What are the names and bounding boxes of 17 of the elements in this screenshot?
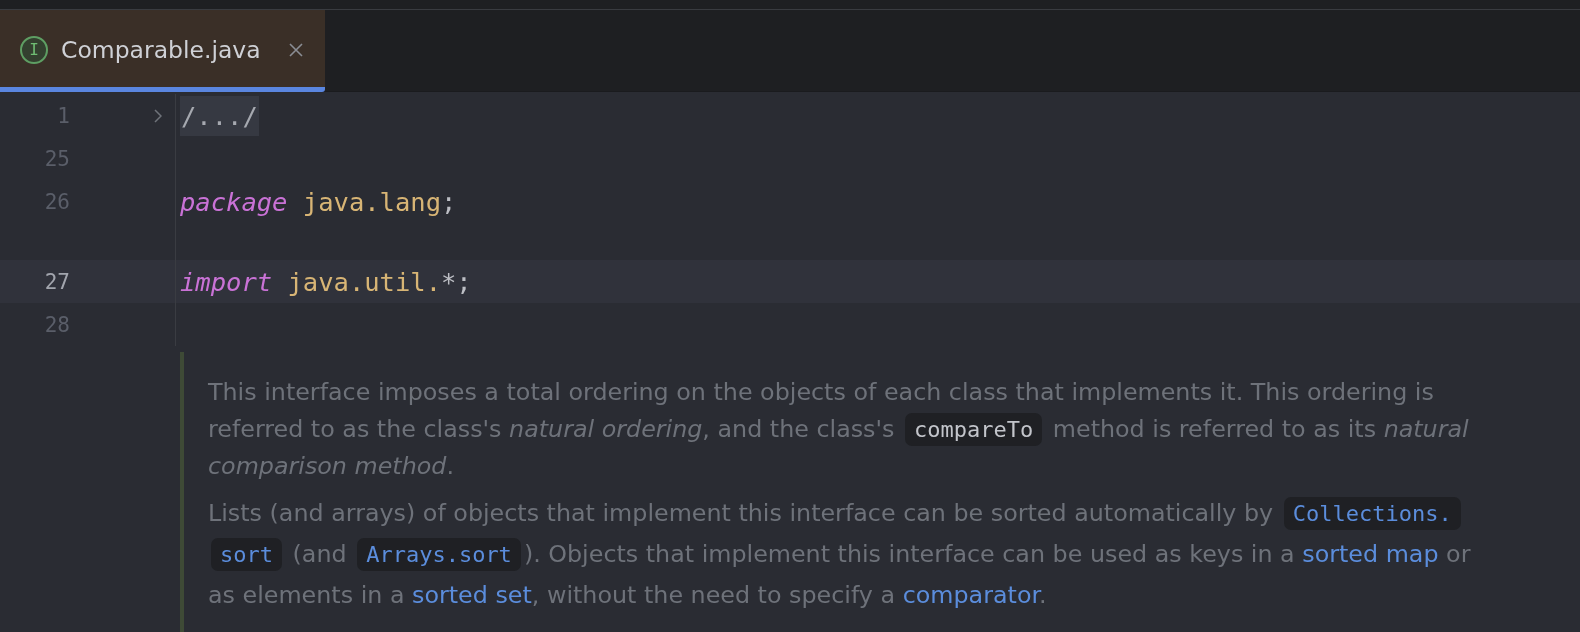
- code-text: package java.lang;: [180, 186, 457, 217]
- doc-link[interactable]: sorted set: [412, 581, 532, 609]
- doc-paragraph: Lists (and arrays) of objects that implement this interface can be sorted automatically by Collections. sort (and Arrays.sort ). Objects that implement this interface can be used as keys in a sorted map or as elements in a sorted set, without the need to specify a comparator.: [208, 496, 1472, 611]
- line-number: 27: [43, 269, 70, 294]
- interface-icon: I: [20, 36, 48, 64]
- close-icon[interactable]: [289, 43, 303, 57]
- editor-tab[interactable]: I Comparable.java: [0, 10, 325, 92]
- doc-paragraph: This interface imposes a total ordering on the objects of each class that implements it. This ordering is referred to as the class's natural ordering, and the class's compareTo method is referred to as its natural comparison method.: [208, 377, 1470, 482]
- code-link[interactable]: sort: [211, 538, 282, 571]
- folded-code-placeholder[interactable]: /.../: [180, 95, 259, 136]
- doc-link[interactable]: sorted map: [1302, 540, 1439, 568]
- code-link[interactable]: Arrays.sort: [357, 538, 521, 571]
- code-text: import java.util.*;: [180, 266, 472, 297]
- code-link[interactable]: Collections.: [1283, 497, 1461, 530]
- inline-code: compareTo: [905, 413, 1043, 446]
- chevron-right-icon[interactable]: [154, 108, 162, 123]
- doc-link[interactable]: comparator: [902, 581, 1040, 609]
